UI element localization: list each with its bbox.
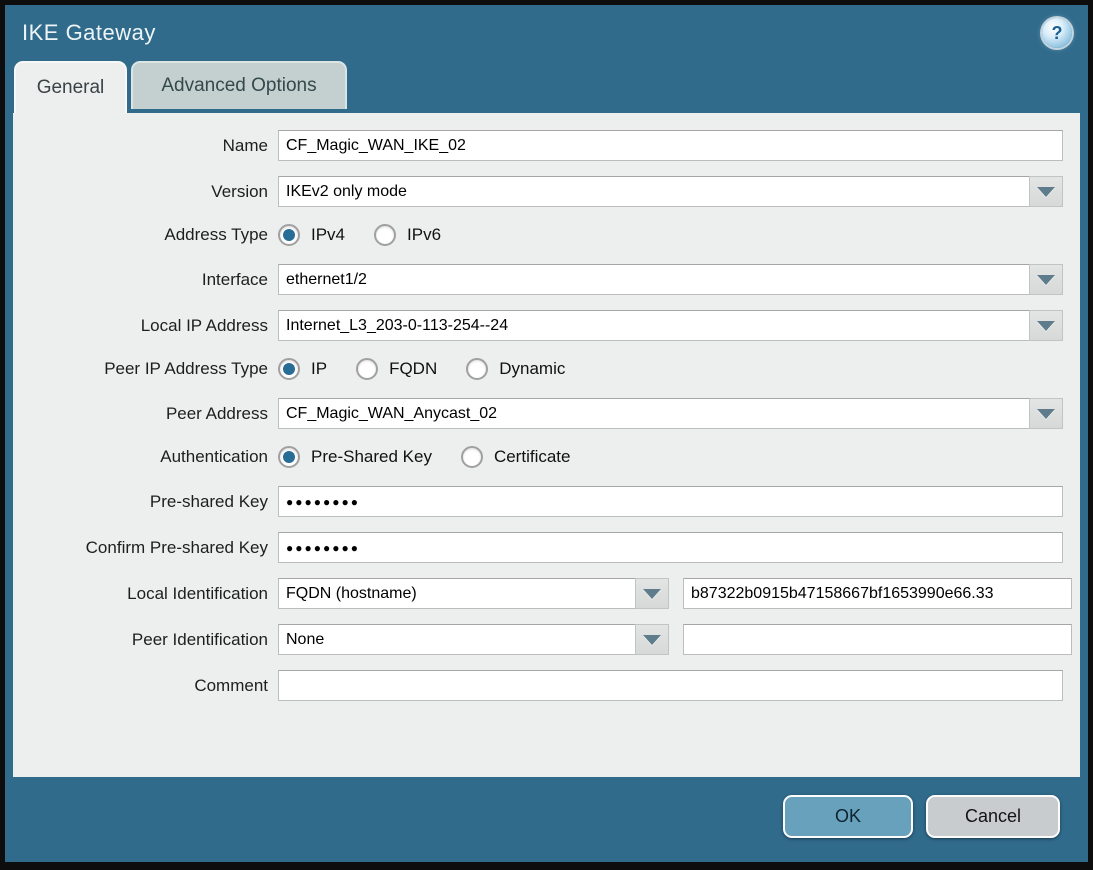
tab-general-label: General: [37, 77, 105, 99]
radio-peer-fqdn-circle[interactable]: [356, 358, 378, 380]
address-type-row: Address Type IPv4 IPv6: [26, 222, 1063, 248]
radio-peer-fqdn[interactable]: FQDN: [356, 358, 437, 380]
radio-ipv4-circle[interactable]: [278, 224, 300, 246]
peer-id-label: Peer Identification: [26, 630, 278, 650]
name-row: Name: [26, 130, 1063, 161]
help-icon-glyph: ?: [1052, 23, 1063, 44]
chevron-down-icon: [1037, 187, 1055, 197]
confirm-psk-row: Confirm Pre-shared Key: [26, 532, 1063, 563]
help-icon[interactable]: ?: [1042, 18, 1072, 48]
interface-input[interactable]: [278, 264, 1029, 295]
radio-ipv6-circle[interactable]: [374, 224, 396, 246]
peer-address-row: Peer Address: [26, 398, 1063, 429]
interface-dropdown-button[interactable]: [1029, 264, 1063, 295]
address-type-label: Address Type: [26, 225, 278, 245]
radio-pre-shared-key-label: Pre-Shared Key: [311, 447, 432, 467]
peer-address-dropdown: [278, 398, 1063, 429]
general-tab-panel: Name Version Address Type IP: [13, 113, 1080, 777]
local-ip-label: Local IP Address: [26, 316, 278, 336]
local-id-dropdown: [278, 578, 669, 609]
peer-id-row: Peer Identification: [26, 624, 1063, 655]
ike-gateway-dialog: IKE Gateway ? General Advanced Options N…: [0, 0, 1093, 870]
radio-ipv6[interactable]: IPv6: [374, 224, 441, 246]
radio-peer-fqdn-label: FQDN: [389, 359, 437, 379]
peer-id-value-input[interactable]: [683, 624, 1072, 655]
version-row: Version: [26, 176, 1063, 207]
peer-type-row: Peer IP Address Type IP FQDN Dynamic: [26, 356, 1063, 382]
radio-peer-dynamic-label: Dynamic: [499, 359, 565, 379]
version-input[interactable]: [278, 176, 1029, 207]
local-id-type-input[interactable]: [278, 578, 635, 609]
psk-row: Pre-shared Key: [26, 486, 1063, 517]
name-label: Name: [26, 136, 278, 156]
cancel-button[interactable]: Cancel: [926, 795, 1060, 838]
radio-ipv4[interactable]: IPv4: [278, 224, 345, 246]
interface-dropdown: [278, 264, 1063, 295]
radio-peer-dynamic-circle[interactable]: [466, 358, 488, 380]
ok-button[interactable]: OK: [783, 795, 913, 838]
radio-peer-dynamic[interactable]: Dynamic: [466, 358, 565, 380]
local-ip-dropdown-button[interactable]: [1029, 310, 1063, 341]
psk-label: Pre-shared Key: [26, 492, 278, 512]
radio-ipv6-label: IPv6: [407, 225, 441, 245]
radio-pre-shared-key-circle[interactable]: [278, 446, 300, 468]
chevron-down-icon: [643, 589, 661, 599]
tab-advanced-options[interactable]: Advanced Options: [131, 61, 347, 109]
comment-label: Comment: [26, 676, 278, 696]
dialog-titlebar: IKE Gateway ?: [5, 5, 1088, 61]
local-id-dropdown-button[interactable]: [635, 578, 669, 609]
radio-peer-ip-label: IP: [311, 359, 327, 379]
comment-input[interactable]: [278, 670, 1063, 701]
peer-address-dropdown-button[interactable]: [1029, 398, 1063, 429]
dialog-title: IKE Gateway: [22, 20, 156, 46]
tab-general[interactable]: General: [14, 61, 127, 113]
version-dropdown: [278, 176, 1063, 207]
radio-pre-shared-key[interactable]: Pre-Shared Key: [278, 446, 432, 468]
tab-bar: General Advanced Options: [14, 61, 1088, 113]
local-ip-row: Local IP Address: [26, 310, 1063, 341]
version-dropdown-button[interactable]: [1029, 176, 1063, 207]
dialog-footer: OK Cancel: [5, 777, 1088, 838]
peer-id-dropdown: [278, 624, 669, 655]
version-label: Version: [26, 182, 278, 202]
peer-address-label: Peer Address: [26, 404, 278, 424]
local-id-label: Local Identification: [26, 584, 278, 604]
peer-id-dropdown-button[interactable]: [635, 624, 669, 655]
chevron-down-icon: [643, 635, 661, 645]
psk-input[interactable]: [278, 486, 1063, 517]
confirm-psk-input[interactable]: [278, 532, 1063, 563]
interface-row: Interface: [26, 264, 1063, 295]
local-ip-input[interactable]: [278, 310, 1029, 341]
authentication-row: Authentication Pre-Shared Key Certificat…: [26, 444, 1063, 470]
radio-certificate[interactable]: Certificate: [461, 446, 571, 468]
radio-certificate-label: Certificate: [494, 447, 571, 467]
name-input[interactable]: [278, 130, 1063, 161]
radio-ipv4-label: IPv4: [311, 225, 345, 245]
local-ip-dropdown: [278, 310, 1063, 341]
local-id-row: Local Identification: [26, 578, 1063, 609]
confirm-psk-label: Confirm Pre-shared Key: [26, 538, 278, 558]
peer-type-label: Peer IP Address Type: [26, 359, 278, 379]
tab-advanced-options-label: Advanced Options: [161, 75, 316, 97]
chevron-down-icon: [1037, 275, 1055, 285]
chevron-down-icon: [1037, 321, 1055, 331]
authentication-label: Authentication: [26, 447, 278, 467]
local-id-value-input[interactable]: [683, 578, 1072, 609]
interface-label: Interface: [26, 270, 278, 290]
radio-peer-ip[interactable]: IP: [278, 358, 327, 380]
radio-certificate-circle[interactable]: [461, 446, 483, 468]
peer-id-type-input[interactable]: [278, 624, 635, 655]
radio-peer-ip-circle[interactable]: [278, 358, 300, 380]
peer-address-input[interactable]: [278, 398, 1029, 429]
comment-row: Comment: [26, 670, 1063, 701]
chevron-down-icon: [1037, 409, 1055, 419]
